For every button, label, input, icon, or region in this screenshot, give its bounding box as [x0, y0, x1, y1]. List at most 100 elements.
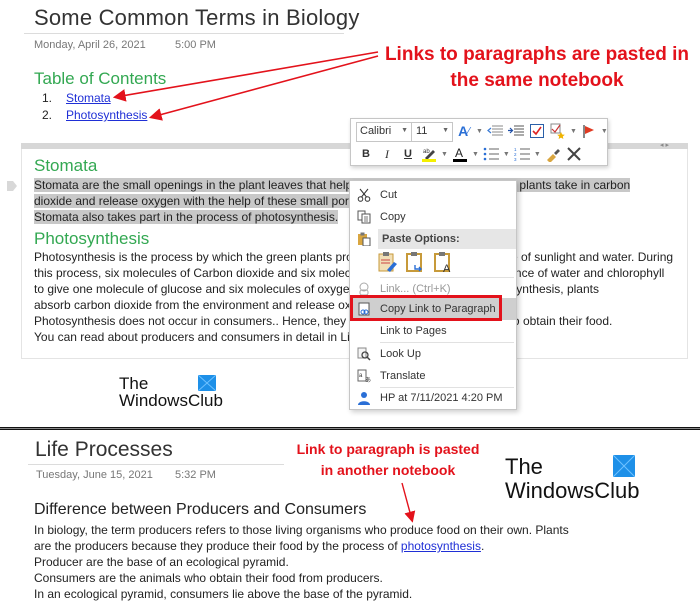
paragraph-handle-icon[interactable] [7, 181, 17, 191]
underline-button[interactable]: U [399, 145, 417, 163]
chevron-down-icon: ▼ [401, 127, 408, 134]
underline-icon: U [404, 148, 412, 160]
menu-item-translate[interactable]: aあ Translate [350, 365, 516, 387]
menu-item-copy[interactable]: Copy [350, 206, 516, 228]
menu-label: Cut [380, 189, 398, 201]
numbering-button[interactable]: 123 [513, 145, 531, 163]
italic-icon: I [385, 146, 389, 161]
italic-button[interactable]: I [378, 145, 396, 163]
svg-text:A: A [455, 146, 463, 160]
section-heading-stomata: Stomata [34, 156, 98, 175]
paragraph-line: Stomata also takes part in the process o… [34, 210, 339, 224]
paragraph-line: dioxide and release oxygen with the help… [34, 194, 365, 208]
windows-flag-icon [198, 375, 217, 391]
svg-text:あ: あ [365, 377, 371, 383]
section-heading-producers-consumers: Difference between Producers and Consume… [34, 501, 367, 518]
paste-merge-formatting-icon[interactable] [406, 251, 426, 278]
scissors-icon [350, 188, 378, 202]
toc-item: 2. Photosynthesis [42, 107, 147, 124]
font-name-value: Calibri [360, 125, 392, 137]
chevron-down-icon[interactable]: ▼ [472, 151, 479, 158]
producers-consumers-paragraph[interactable]: In biology, the term producers refers to… [34, 522, 654, 602]
find-tags-button[interactable] [549, 122, 567, 140]
page-title-life-processes[interactable]: Life Processes [35, 438, 173, 462]
format-painter-button[interactable] [544, 145, 562, 163]
styles-button[interactable]: A ⁄ [455, 122, 473, 140]
logo-line2: WindowsClub [505, 478, 640, 503]
text-span: . [480, 539, 485, 553]
translate-icon: aあ [350, 369, 378, 383]
numbering-icon: 123 [514, 147, 530, 161]
todo-tag-button[interactable] [528, 122, 546, 140]
paragraph-line: Consumers are the animals who obtain the… [34, 571, 383, 585]
windows-flag-icon [612, 454, 636, 478]
toc-link-stomata[interactable]: Stomata [66, 90, 111, 107]
arrow-to-pasted-link [401, 482, 416, 523]
increase-indent-icon [507, 125, 524, 136]
menu-item-look-up[interactable]: Look Up [350, 343, 516, 365]
note-resize-arrows-icon[interactable]: ◂ ▸ [660, 141, 669, 149]
menu-label: HP at 7/11/2021 4:20 PM [380, 392, 503, 404]
menu-item-author[interactable]: HP at 7/11/2021 4:20 PM [350, 387, 516, 409]
font-size-select[interactable]: 11 ▼ [411, 122, 453, 142]
toc-number: 1. [42, 91, 53, 105]
menu-label: Look Up [380, 348, 421, 360]
photosynthesis-paragraph-link[interactable]: photosynthesis [401, 539, 481, 553]
bullets-button[interactable] [482, 145, 500, 163]
page-date: Monday, April 26, 2021 [34, 39, 146, 51]
font-size-value: 11 [416, 125, 428, 137]
increase-indent-button[interactable] [507, 122, 525, 140]
highlight-box [350, 295, 502, 321]
font-color-icon: A [452, 146, 467, 162]
highlight-button[interactable]: ab [420, 145, 438, 163]
paste-icon [350, 232, 378, 246]
toc-number: 2. [42, 108, 53, 122]
page-title[interactable]: Some Common Terms in Biology [34, 5, 360, 31]
page-date: Tuesday, June 15, 2021 [36, 469, 153, 481]
chevron-down-icon[interactable]: ▼ [534, 151, 541, 158]
look-up-icon [350, 347, 378, 361]
paste-keep-source-formatting-icon[interactable] [378, 251, 398, 278]
logo-line1: The [119, 374, 149, 393]
chevron-down-icon[interactable]: ▼ [570, 128, 577, 135]
windowsclub-logo: The WindowsClub [119, 375, 223, 409]
chevron-down-icon[interactable]: ▼ [441, 151, 448, 158]
paragraph-line: Producer are the base of an ecological p… [34, 555, 289, 569]
paragraph-line: Stomata are the small openings in the pl… [34, 178, 631, 192]
link-icon [350, 282, 378, 296]
chevron-down-icon[interactable]: ▼ [476, 128, 483, 135]
windowsclub-logo: The WindowsClub [505, 455, 640, 503]
arrow-to-photosynthesis-link [148, 55, 379, 121]
menu-label: Copy [380, 211, 406, 223]
menu-item-cut[interactable]: Cut [350, 184, 516, 206]
author-icon [350, 391, 378, 405]
section-heading-photosynthesis: Photosynthesis [34, 229, 150, 248]
font-color-button[interactable]: A [451, 145, 469, 163]
stomata-paragraph[interactable]: Stomata are the small openings in the pl… [34, 177, 656, 225]
highlighter-icon: ab [422, 149, 436, 162]
font-name-select[interactable]: Calibri ▼ [356, 122, 412, 142]
mini-formatting-toolbar: Calibri ▼ 11 ▼ A ⁄ ▼ ▼ ▼ B I U ab ▼ A ▼ … [350, 118, 608, 166]
paste-keep-text-only-icon[interactable]: A [434, 251, 454, 278]
bold-icon: B [362, 148, 370, 160]
page-time: 5:00 PM [175, 39, 216, 51]
svg-text:A: A [443, 263, 451, 273]
clear-formatting-button[interactable] [565, 145, 583, 163]
decrease-indent-button[interactable] [486, 122, 504, 140]
section-divider [0, 427, 700, 430]
toc-item: 1. Stomata [42, 90, 147, 107]
annotation-another-notebook: Link to paragraph is pasted in another n… [296, 441, 480, 478]
copy-icon [350, 210, 378, 224]
chevron-down-icon[interactable]: ▼ [503, 151, 510, 158]
menu-label: Link... (Ctrl+K) [380, 283, 451, 295]
page-time: 5:32 PM [175, 469, 216, 481]
chevron-down-icon: ▼ [442, 127, 449, 134]
flag-button[interactable] [580, 122, 598, 140]
menu-item-link-to-pages[interactable]: Link to Pages [350, 320, 516, 342]
toc-link-photosynthesis[interactable]: Photosynthesis [66, 107, 147, 124]
chevron-down-icon[interactable]: ▼ [601, 128, 608, 135]
format-painter-icon [546, 149, 560, 162]
title-underline [28, 464, 284, 465]
bold-button[interactable]: B [357, 145, 375, 163]
paste-options-row: A [378, 251, 454, 278]
